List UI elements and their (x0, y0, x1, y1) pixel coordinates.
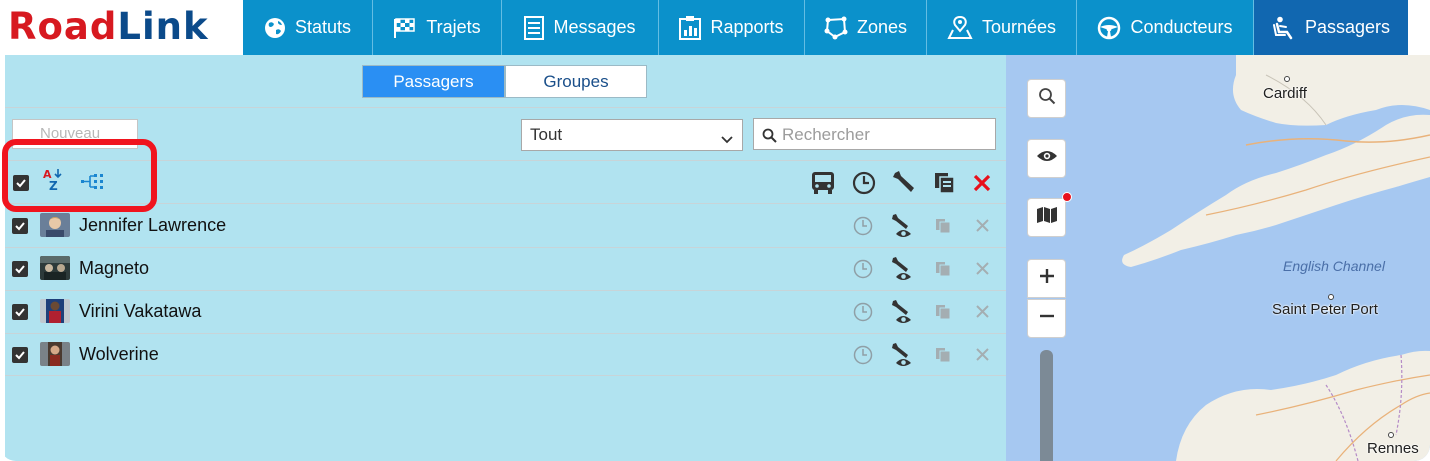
copy-icon[interactable] (935, 347, 951, 368)
row-checkbox[interactable] (12, 304, 28, 320)
logo-text-link: Link (117, 5, 209, 48)
clock-icon[interactable] (853, 345, 873, 370)
logo-text-road: Road (8, 5, 118, 48)
clock-icon[interactable] (853, 302, 873, 327)
copy-icon[interactable] (935, 261, 951, 282)
nav-tab-label: Passagers (1304, 17, 1391, 37)
wrench-eye-icon[interactable] (891, 299, 915, 330)
map-label-english-channel: English Channel (1283, 258, 1385, 274)
map-label-saint-peter-port: Saint Peter Port (1272, 301, 1378, 318)
passenger-panel: Passagers Groupes Nouveau Tout AZ Jennif… (5, 55, 1006, 461)
nav-tab-label: Messages (553, 17, 636, 37)
filter-selected-value: Tout (530, 125, 563, 144)
roadlink-logo[interactable]: RoadLink (8, 4, 209, 50)
map-layers-button[interactable] (1027, 198, 1066, 237)
table-row[interactable]: Wolverine (5, 333, 1006, 376)
filter-select[interactable]: Tout (521, 119, 743, 151)
nav-tab-label: Trajets (426, 17, 481, 37)
avatar (40, 256, 70, 280)
nav-tab-trajets[interactable]: Trajets (373, 0, 502, 55)
checkered-flag-icon (393, 17, 417, 39)
passenger-name: Jennifer Lawrence (79, 215, 227, 235)
avatar (40, 342, 70, 366)
globe-icon (264, 17, 286, 39)
clock-icon[interactable] (853, 259, 873, 284)
main-navigation: Statuts Trajets Messages Rapports Zones … (243, 0, 1408, 55)
delete-icon[interactable] (975, 304, 990, 324)
nav-tab-statuts[interactable]: Statuts (243, 0, 373, 55)
wrench-eye-icon[interactable] (891, 213, 915, 244)
zoom-out-button[interactable] (1027, 299, 1066, 338)
table-row[interactable]: Virini Vakatawa (5, 290, 1006, 333)
steering-wheel-icon (1097, 16, 1121, 40)
highlight-annotation (2, 139, 157, 212)
search-input[interactable] (782, 123, 990, 146)
map-label-rennes: Rennes (1367, 440, 1419, 457)
copy-icon[interactable] (935, 218, 951, 239)
minus-icon (1039, 308, 1055, 329)
segment-groupes[interactable]: Groupes (505, 65, 647, 98)
top-bar: RoadLink Statuts Trajets Messages Rappor… (0, 0, 1430, 55)
nav-tab-passagers[interactable]: Passagers (1254, 0, 1408, 55)
copy-icon[interactable] (934, 172, 956, 199)
row-checkbox[interactable] (12, 261, 28, 277)
copy-icon[interactable] (935, 304, 951, 325)
wrench-eye-icon[interactable] (891, 256, 915, 287)
avatar (40, 213, 70, 237)
passenger-seat-icon (1272, 16, 1296, 40)
segment-passagers[interactable]: Passagers (362, 65, 505, 98)
map-visibility-button[interactable] (1027, 139, 1066, 178)
delete-icon[interactable] (973, 174, 991, 197)
eye-icon (1036, 149, 1058, 168)
avatar (40, 299, 70, 323)
table-row[interactable]: Jennifer Lawrence (5, 204, 1006, 247)
table-row[interactable]: Magneto (5, 247, 1006, 290)
map-layers-icon (1036, 206, 1058, 229)
map-search-button[interactable] (1027, 79, 1066, 118)
delete-icon[interactable] (975, 218, 990, 238)
clock-icon[interactable] (852, 171, 876, 200)
zoom-slider[interactable] (1040, 350, 1053, 461)
passenger-name: Wolverine (79, 344, 159, 364)
nav-tab-conducteurs[interactable]: Conducteurs (1077, 0, 1254, 55)
nav-tab-label: Statuts (294, 17, 352, 37)
search-icon (1038, 87, 1056, 110)
nav-tab-tournees[interactable]: Tournées (927, 0, 1077, 55)
passenger-name: Virini Vakatawa (79, 301, 202, 321)
wrench-icon[interactable] (892, 170, 916, 199)
bus-icon[interactable] (810, 171, 836, 200)
passenger-name: Magneto (79, 258, 150, 278)
map-label-cardiff: Cardiff (1263, 85, 1307, 102)
delete-icon[interactable] (975, 261, 990, 281)
row-checkbox[interactable] (12, 218, 28, 234)
chevron-down-icon (721, 129, 733, 149)
nav-tab-zones[interactable]: Zones (805, 0, 927, 55)
row-checkbox[interactable] (12, 347, 28, 363)
zone-polygon-icon (824, 16, 848, 40)
plus-icon (1039, 268, 1055, 289)
nav-tab-label: Zones (856, 17, 908, 37)
app-window: RoadLink Statuts Trajets Messages Rappor… (0, 0, 1430, 461)
report-icon (679, 15, 702, 40)
nav-tab-label: Conducteurs (1130, 17, 1233, 37)
search-box[interactable] (753, 118, 996, 150)
nav-tab-messages[interactable]: Messages (502, 0, 659, 55)
zoom-in-button[interactable] (1027, 259, 1066, 298)
delete-icon[interactable] (975, 347, 990, 367)
divider (5, 375, 1006, 376)
divider (5, 107, 1006, 108)
notification-dot (1062, 192, 1072, 202)
route-map-icon (947, 15, 973, 40)
nav-tab-rapports[interactable]: Rapports (659, 0, 805, 55)
nav-tab-label: Tournées (981, 17, 1057, 37)
clock-icon[interactable] (853, 216, 873, 241)
map-view[interactable]: Cardiff English Channel Saint Peter Port… (1006, 55, 1430, 461)
wrench-eye-icon[interactable] (891, 342, 915, 373)
message-icon (524, 15, 545, 40)
nav-tab-label: Rapports (710, 17, 784, 37)
search-icon (762, 128, 777, 148)
